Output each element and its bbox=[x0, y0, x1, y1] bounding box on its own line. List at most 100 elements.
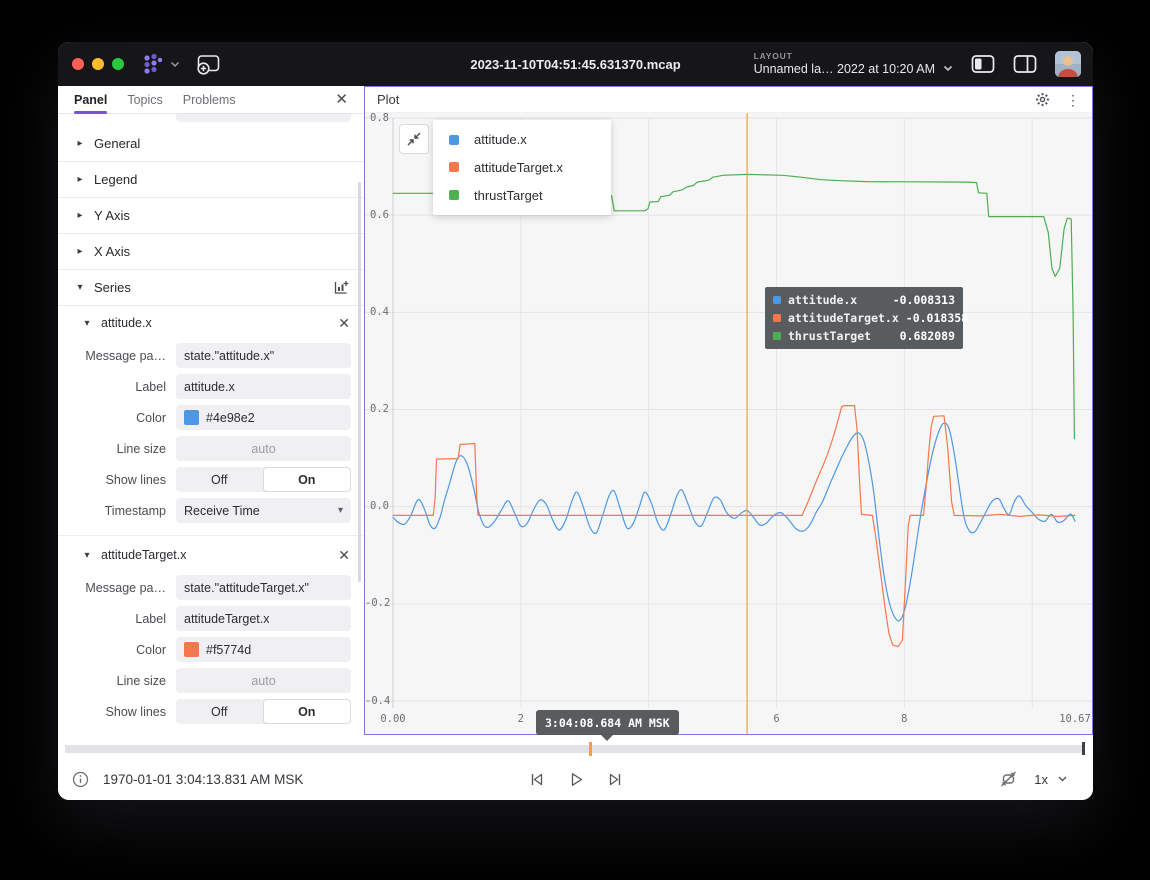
seek-end-marker bbox=[1082, 742, 1085, 755]
show-lines-toggle: Off On bbox=[176, 467, 351, 492]
tooltip-row: attitude.x -0.008313 bbox=[773, 292, 955, 308]
sidebar-tabbar: Panel Topics Problems ✕ bbox=[58, 86, 364, 114]
section-x-axis[interactable]: ▸ X Axis bbox=[58, 234, 364, 270]
chart-region: attitude.x attitudeTarget.x thrustTarget bbox=[365, 113, 1092, 734]
collapse-legend-button[interactable] bbox=[399, 124, 429, 154]
field-label: Line size bbox=[58, 442, 176, 456]
chart-hover-tooltip: attitude.x -0.008313 attitudeTarget.x -0… bbox=[765, 287, 963, 349]
main-content: Panel Topics Problems ✕ Title Plot ▸ Gen… bbox=[58, 86, 1093, 735]
color-input[interactable]: #f5774d bbox=[176, 637, 351, 662]
add-series-button[interactable] bbox=[333, 279, 350, 296]
layout-name: Unnamed la… 2022 at 10:20 AM bbox=[754, 62, 935, 76]
field-label: Show lines bbox=[58, 473, 176, 487]
label-input[interactable]: attitude.x bbox=[176, 374, 351, 399]
loop-off-icon[interactable] bbox=[999, 770, 1018, 788]
message-path-input[interactable]: state."attitude.x" bbox=[176, 343, 351, 368]
y-axis-tick-label: 0.8 bbox=[365, 113, 389, 124]
x-axis-tick-label: 10.67 bbox=[1055, 713, 1092, 725]
window-controls bbox=[72, 58, 124, 70]
titlebar: 2023-11-10T04:51:45.631370.mcap LAYOUT U… bbox=[58, 42, 1093, 86]
toggle-right-sidebar-icon[interactable] bbox=[1013, 54, 1037, 74]
play-icon[interactable] bbox=[567, 771, 584, 788]
chevron-down-icon bbox=[943, 65, 953, 72]
caret-right-icon: ▸ bbox=[75, 174, 85, 185]
panel-menu-icon[interactable]: ⋮ bbox=[1066, 93, 1080, 107]
timestamp-select[interactable]: Receive Time ▾ bbox=[176, 498, 351, 523]
field-label: Label bbox=[58, 380, 176, 394]
seek-playhead[interactable] bbox=[589, 742, 592, 756]
clipped-title-row: Title Plot bbox=[58, 114, 364, 126]
layout-picker[interactable]: LAYOUT Unnamed la… 2022 at 10:20 AM bbox=[754, 52, 953, 76]
close-window-button[interactable] bbox=[72, 58, 84, 70]
tab-topics[interactable]: Topics bbox=[127, 86, 162, 114]
title-field-label: Title bbox=[58, 114, 176, 117]
app-menu[interactable] bbox=[140, 53, 180, 75]
remove-series-icon[interactable]: ✕ bbox=[338, 548, 350, 562]
window-title: 2023-11-10T04:51:45.631370.mcap bbox=[470, 42, 680, 86]
close-sidebar-icon[interactable]: ✕ bbox=[335, 92, 348, 107]
section-legend[interactable]: ▸ Legend bbox=[58, 162, 364, 198]
section-series[interactable]: ▾ Series bbox=[58, 270, 364, 306]
label-input[interactable]: attitudeTarget.x bbox=[176, 606, 351, 631]
legend-item[interactable]: thrustTarget bbox=[433, 182, 611, 208]
playback-bar: 1970-01-01 3:04:13.831 AM MSK bbox=[58, 735, 1093, 800]
user-avatar[interactable] bbox=[1055, 51, 1081, 77]
current-timestamp: 1970-01-01 3:04:13.831 AM MSK bbox=[103, 772, 303, 787]
app-window: 2023-11-10T04:51:45.631370.mcap LAYOUT U… bbox=[58, 42, 1093, 800]
caret-right-icon: ▸ bbox=[75, 210, 85, 221]
line-size-input[interactable]: auto bbox=[176, 436, 351, 461]
series-editor-attitude-x: ▾ attitude.x ✕ Message pa… state."attitu… bbox=[58, 306, 364, 526]
playback-speed-select[interactable]: 1x bbox=[1034, 772, 1067, 787]
color-swatch[interactable] bbox=[184, 642, 199, 657]
series-color-swatch bbox=[773, 314, 781, 322]
series-color-swatch bbox=[773, 332, 781, 340]
tooltip-row: attitudeTarget.x -0.018358 bbox=[773, 310, 955, 326]
plot-legend: attitude.x attitudeTarget.x thrustTarget bbox=[433, 120, 611, 215]
field-label: Label bbox=[58, 612, 176, 626]
message-path-input[interactable]: state."attitudeTarget.x" bbox=[176, 575, 351, 600]
series-header[interactable]: ▾ attitudeTarget.x ✕ bbox=[58, 538, 364, 572]
show-lines-on-button[interactable]: On bbox=[263, 699, 352, 724]
legend-item[interactable]: attitude.x bbox=[433, 127, 611, 153]
show-lines-on-button[interactable]: On bbox=[263, 467, 352, 492]
section-general[interactable]: ▸ General bbox=[58, 126, 364, 162]
legend-item[interactable]: attitudeTarget.x bbox=[433, 154, 611, 180]
caret-down-icon: ▾ bbox=[75, 282, 85, 293]
line-size-input[interactable]: auto bbox=[176, 668, 351, 693]
series-header[interactable]: ▾ attitude.x ✕ bbox=[58, 306, 364, 340]
section-y-axis[interactable]: ▸ Y Axis bbox=[58, 198, 364, 234]
plot-panel: Plot ⋮ bbox=[364, 86, 1093, 735]
field-label: Message pa… bbox=[58, 349, 176, 363]
info-icon[interactable] bbox=[72, 771, 89, 788]
chevron-down-icon bbox=[170, 61, 180, 68]
color-input[interactable]: #4e98e2 bbox=[176, 405, 351, 430]
x-axis-tick-label: 6 bbox=[757, 713, 797, 725]
show-lines-off-button[interactable]: Off bbox=[176, 699, 263, 724]
y-axis-tick-label: 0.6 bbox=[365, 209, 389, 221]
zoom-window-button[interactable] bbox=[112, 58, 124, 70]
seek-forward-icon[interactable] bbox=[606, 771, 623, 788]
tab-problems[interactable]: Problems bbox=[183, 86, 236, 114]
field-label: Show lines bbox=[58, 705, 176, 719]
tab-panel[interactable]: Panel bbox=[74, 86, 107, 114]
minimize-window-button[interactable] bbox=[92, 58, 104, 70]
layout-picker-caption: LAYOUT bbox=[754, 52, 953, 62]
title-field[interactable]: Plot bbox=[176, 114, 351, 122]
settings-gear-icon[interactable] bbox=[1035, 92, 1050, 107]
avatar-photo bbox=[1055, 51, 1081, 77]
caret-down-icon: ▾ bbox=[82, 550, 92, 561]
show-lines-off-button[interactable]: Off bbox=[176, 467, 263, 492]
sidebar-scrollbar[interactable] bbox=[358, 182, 361, 582]
caret-right-icon: ▸ bbox=[75, 246, 85, 257]
seek-backward-icon[interactable] bbox=[528, 771, 545, 788]
field-label: Color bbox=[58, 643, 176, 657]
x-axis-tick-label: 0.00 bbox=[373, 713, 413, 725]
plot-panel-title: Plot bbox=[377, 92, 399, 107]
add-panel-button[interactable] bbox=[196, 54, 221, 75]
toggle-left-sidebar-icon[interactable] bbox=[971, 54, 995, 74]
seek-hover-tooltip: 3:04:08.684 AM MSK bbox=[536, 710, 679, 735]
color-swatch[interactable] bbox=[184, 410, 199, 425]
seek-bar[interactable] bbox=[65, 745, 1085, 753]
y-axis-tick-label: 0.4 bbox=[365, 306, 389, 318]
remove-series-icon[interactable]: ✕ bbox=[338, 316, 350, 330]
